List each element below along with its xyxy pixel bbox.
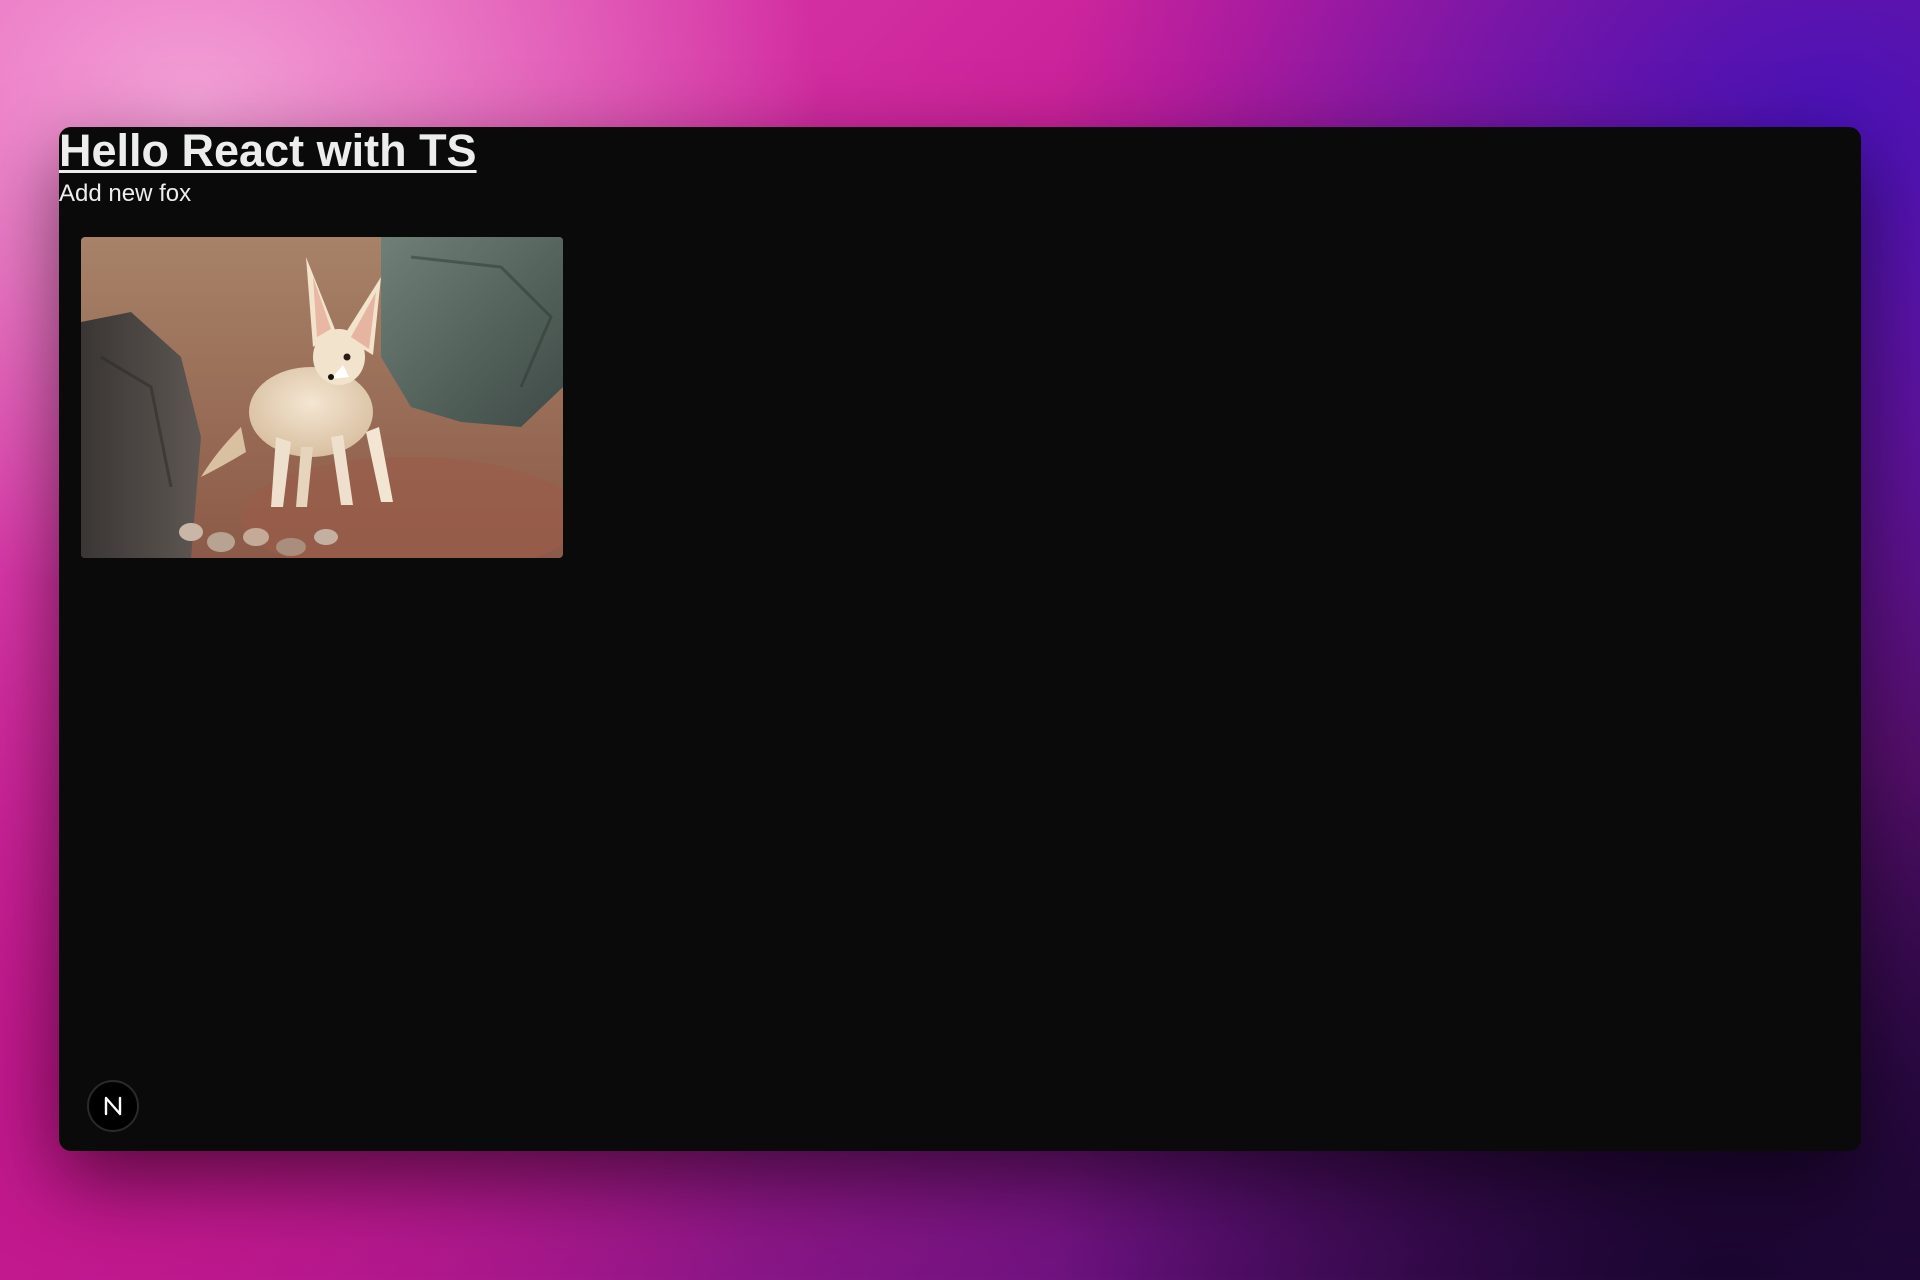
page-title: Hello React with TS xyxy=(59,125,477,176)
app-window: Hello React with TS Add new fox xyxy=(59,127,1861,1151)
fox-image xyxy=(81,237,563,558)
nextjs-logo-icon xyxy=(104,1096,122,1116)
add-new-fox-button[interactable]: Add new fox xyxy=(59,180,191,208)
nextjs-dev-indicator-button[interactable] xyxy=(87,1080,139,1132)
